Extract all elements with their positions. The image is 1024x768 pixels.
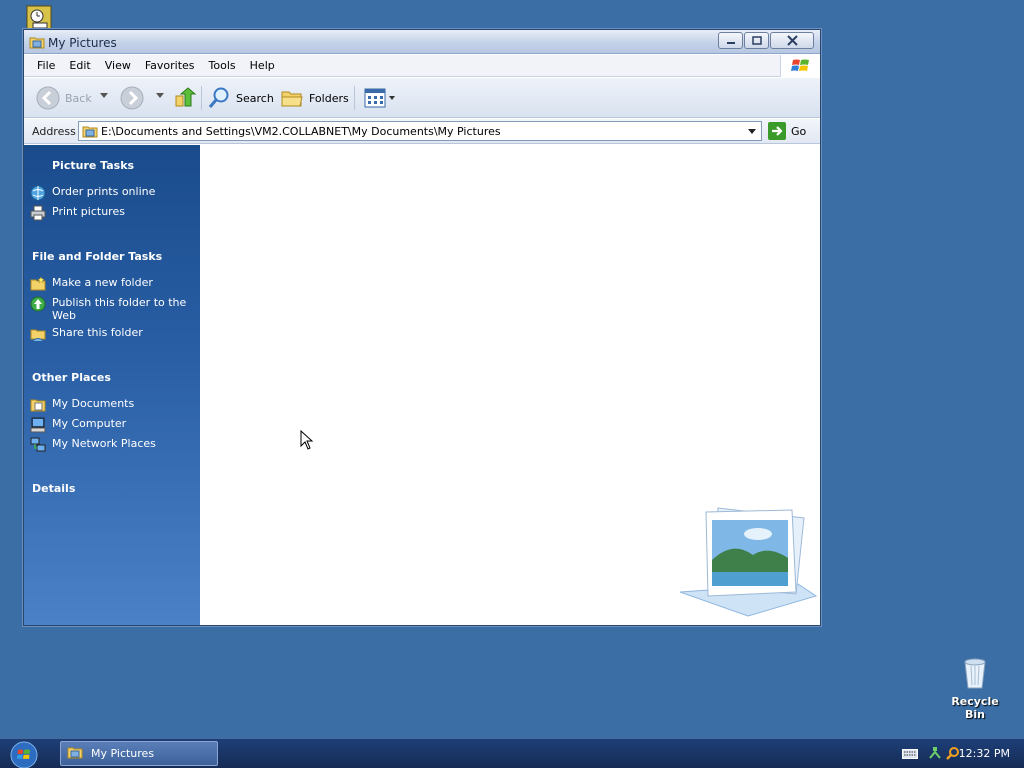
address-label: Address xyxy=(32,125,76,138)
make-new-folder-link[interactable]: Make a new folder xyxy=(30,276,190,292)
task-pane: Picture Tasks Order prints online Print … xyxy=(24,145,200,625)
menu-bar: File Edit View Favorites Tools Help xyxy=(24,55,820,77)
menu-help[interactable]: Help xyxy=(243,59,282,72)
forward-button[interactable] xyxy=(120,86,144,110)
folder-icon xyxy=(29,35,45,52)
print-pictures-label: Print pictures xyxy=(52,205,125,218)
chevron-down-icon xyxy=(156,93,164,98)
folders-icon xyxy=(281,91,303,107)
search-label: Search xyxy=(236,91,274,105)
chevron-down-icon xyxy=(100,93,108,98)
views-button[interactable] xyxy=(364,88,398,108)
toolbar: Back Search Folders xyxy=(24,78,820,118)
go-label: Go xyxy=(791,124,807,138)
address-dropdown-chevron-down-icon[interactable] xyxy=(746,125,758,140)
back-button[interactable]: Back xyxy=(36,86,92,110)
address-input[interactable]: E:\Documents and Settings\VM2.COLLABNET\… xyxy=(78,121,762,141)
start-button[interactable] xyxy=(10,741,38,768)
go-button[interactable]: Go xyxy=(768,122,806,140)
taskbar-task-label: My Pictures xyxy=(91,747,155,760)
menu-view[interactable]: View xyxy=(98,59,138,72)
order-prints-online-link[interactable]: Order prints online xyxy=(30,185,190,201)
forward-arrow-icon xyxy=(120,86,144,110)
order-prints-label: Order prints online xyxy=(52,185,156,198)
system-tray: 12:32 PM xyxy=(874,739,1024,768)
publish-folder-label: Publish this folder to the Web xyxy=(52,296,187,322)
back-label: Back xyxy=(65,91,92,105)
menu-favorites[interactable]: Favorites xyxy=(138,59,202,72)
address-value: E:\Documents and Settings\VM2.COLLABNET\… xyxy=(101,125,501,138)
network-places-icon xyxy=(30,437,46,453)
address-bar: Address E:\Documents and Settings\VM2.CO… xyxy=(24,119,820,144)
share-folder-icon xyxy=(30,326,46,342)
menu-edit[interactable]: Edit xyxy=(62,59,97,72)
up-folder-icon xyxy=(175,87,197,107)
desktop-shortcut-icon[interactable] xyxy=(25,4,53,32)
keyboard-icon[interactable] xyxy=(902,749,918,762)
maximize-button[interactable] xyxy=(744,32,769,49)
up-folder-button[interactable] xyxy=(173,86,197,110)
minimize-button[interactable] xyxy=(718,32,743,49)
picture-tasks-heading[interactable]: Picture Tasks xyxy=(52,159,134,172)
file-list-area[interactable] xyxy=(200,145,820,625)
my-computer-label: My Computer xyxy=(52,417,127,430)
my-computer-icon xyxy=(30,417,46,433)
share-folder-label: Share this folder xyxy=(52,326,143,339)
title-bar[interactable]: My Pictures xyxy=(24,30,820,54)
my-documents-link[interactable]: My Documents xyxy=(30,397,190,413)
minimize-icon xyxy=(726,41,735,44)
close-button[interactable] xyxy=(770,32,814,49)
go-arrow-icon xyxy=(768,122,786,140)
mouse-cursor-icon xyxy=(300,429,314,453)
taskbar: My Pictures 12:32 PM xyxy=(0,738,1024,768)
my-network-places-label: My Network Places xyxy=(52,437,156,450)
forward-dropdown[interactable] xyxy=(156,93,164,99)
recycle-bin-label: Recycle Bin xyxy=(951,695,999,721)
windows-logo-icon xyxy=(780,55,820,77)
new-folder-icon xyxy=(30,276,46,292)
menu-file[interactable]: File xyxy=(30,59,62,72)
pictures-watermark-icon xyxy=(678,500,818,621)
recycle-bin-icon xyxy=(964,658,986,689)
print-pictures-link[interactable]: Print pictures xyxy=(30,205,190,221)
recycle-bin[interactable]: Recycle Bin xyxy=(940,656,1010,721)
window-title: My Pictures xyxy=(48,36,117,50)
folders-label: Folders xyxy=(309,91,349,105)
my-pictures-window: My Pictures File Edit View Favorites Too… xyxy=(23,29,821,626)
search-icon xyxy=(208,87,229,108)
back-arrow-icon xyxy=(36,86,60,110)
folder-icon xyxy=(67,745,83,762)
my-computer-link[interactable]: My Computer xyxy=(30,417,190,433)
share-folder-link[interactable]: Share this folder xyxy=(30,326,190,342)
taskbar-my-pictures-button[interactable]: My Pictures xyxy=(60,741,218,766)
my-documents-icon xyxy=(30,397,46,413)
menu-tools[interactable]: Tools xyxy=(202,59,243,72)
details-heading[interactable]: Details xyxy=(32,482,75,495)
folders-button[interactable]: Folders xyxy=(280,86,349,110)
search-button[interactable]: Search xyxy=(207,86,274,110)
start-orb-icon xyxy=(10,741,38,768)
network-icon[interactable] xyxy=(928,746,942,763)
back-dropdown[interactable] xyxy=(100,93,108,99)
folder-icon xyxy=(82,124,98,141)
publish-globe-icon xyxy=(30,296,46,312)
printer-icon xyxy=(30,205,46,221)
my-network-places-link[interactable]: My Network Places xyxy=(30,437,190,453)
clock[interactable]: 12:32 PM xyxy=(959,747,1010,760)
my-documents-label: My Documents xyxy=(52,397,135,410)
publish-folder-web-link[interactable]: Publish this folder to the Web xyxy=(30,296,190,322)
maximize-icon xyxy=(751,35,762,45)
file-folder-tasks-heading[interactable]: File and Folder Tasks xyxy=(32,250,162,263)
views-icon xyxy=(364,88,395,108)
globe-icon xyxy=(30,185,46,201)
other-places-heading[interactable]: Other Places xyxy=(32,371,111,384)
make-new-folder-label: Make a new folder xyxy=(52,276,153,289)
close-icon xyxy=(786,35,798,46)
